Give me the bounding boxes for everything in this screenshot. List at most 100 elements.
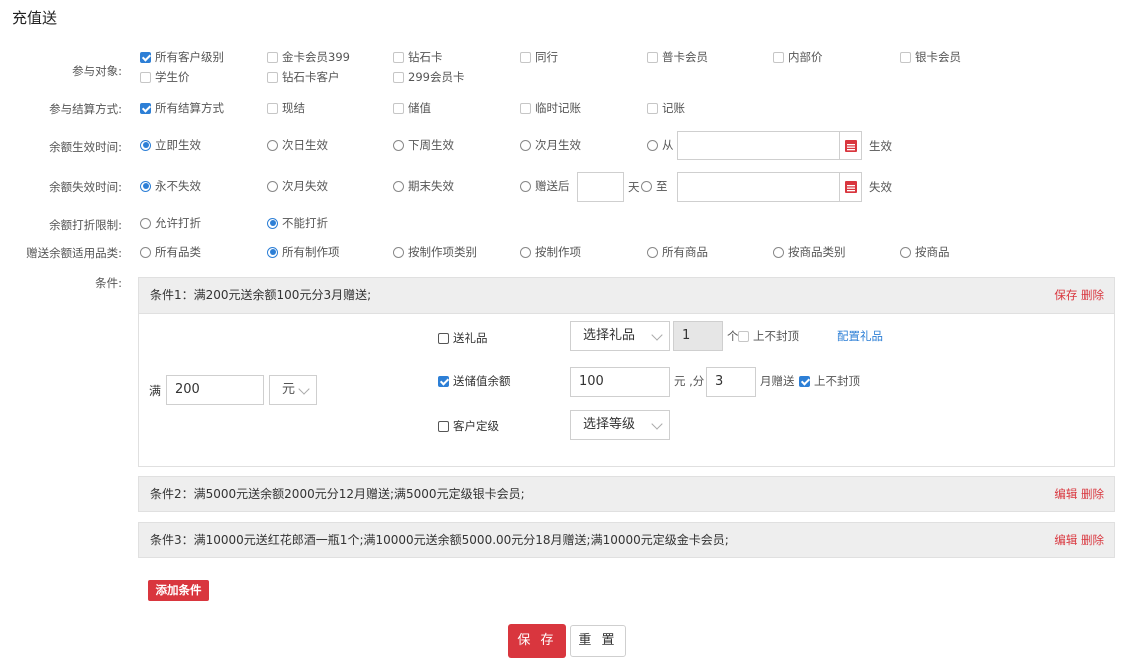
calendar-button[interactable]	[840, 172, 862, 202]
effective-option-from[interactable]: 从	[647, 135, 674, 155]
target-option-peer[interactable]: 同行	[520, 47, 558, 67]
config-gift-link[interactable]: 配置礼品	[837, 326, 883, 346]
checkbox[interactable]	[438, 332, 449, 344]
checkbox[interactable]	[140, 71, 151, 83]
condition-1-delete-link[interactable]: 删除	[1081, 288, 1104, 302]
applicable-option-goods[interactable]: 按商品	[900, 242, 950, 262]
checkbox[interactable]	[140, 51, 151, 63]
effective-date-input[interactable]	[677, 131, 840, 160]
radio[interactable]	[773, 246, 784, 258]
checkbox[interactable]	[267, 71, 278, 83]
condition-2-edit-link[interactable]: 编辑	[1054, 487, 1077, 501]
discount-option-deny[interactable]: 不能打折	[267, 213, 328, 233]
target-option-299[interactable]: 299会员卡	[393, 67, 464, 87]
calendar-button[interactable]	[840, 131, 862, 160]
applicable-option-all-goods[interactable]: 所有商品	[647, 242, 708, 262]
target-option-student[interactable]: 学生价	[140, 67, 190, 87]
radio[interactable]	[267, 246, 278, 258]
radio[interactable]	[647, 246, 658, 258]
radio[interactable]	[140, 180, 151, 192]
applicable-option-all-categories[interactable]: 所有品类	[140, 242, 201, 262]
months-input[interactable]: 3	[706, 367, 756, 397]
radio[interactable]	[393, 180, 404, 192]
gift-select[interactable]: 选择礼品	[570, 321, 670, 351]
checkbox[interactable]	[438, 420, 449, 432]
reset-button[interactable]: 重 置	[570, 625, 626, 657]
radio[interactable]	[520, 180, 531, 192]
checkbox[interactable]	[393, 102, 404, 114]
expiry-option-after-gift[interactable]: 赠送后	[520, 176, 570, 196]
checkbox[interactable]	[267, 51, 278, 63]
discount-option-allow[interactable]: 允许打折	[140, 213, 201, 233]
radio[interactable]	[393, 139, 404, 151]
radio[interactable]	[267, 217, 278, 229]
balance-option[interactable]: 送储值余额	[438, 371, 511, 391]
condition-2-delete-link[interactable]: 删除	[1081, 487, 1104, 501]
add-condition-button[interactable]: 添加条件	[148, 580, 209, 601]
balance-cap-option[interactable]: 上不封顶	[799, 371, 860, 391]
effective-option-next-month[interactable]: 次月生效	[520, 135, 581, 155]
expiry-days-input[interactable]	[577, 172, 624, 202]
expiry-option-next-month[interactable]: 次月失效	[267, 176, 328, 196]
settlement-option-temp-credit[interactable]: 临时记账	[520, 98, 581, 118]
target-option-all[interactable]: 所有客户级别	[140, 47, 224, 67]
radio[interactable]	[647, 139, 658, 151]
level-option[interactable]: 客户定级	[438, 416, 499, 436]
expiry-date-input[interactable]	[677, 172, 840, 202]
target-option-silver[interactable]: 银卡会员	[900, 47, 961, 67]
applicable-option-all-items[interactable]: 所有制作项	[267, 242, 340, 262]
checkbox[interactable]	[773, 51, 784, 63]
condition-1-save-link[interactable]: 保存	[1054, 288, 1077, 302]
radio[interactable]	[520, 139, 531, 151]
checkbox[interactable]	[267, 102, 278, 114]
radio[interactable]	[267, 180, 278, 192]
target-option-diamond-customer[interactable]: 钻石卡客户	[267, 67, 340, 87]
checkbox[interactable]	[438, 375, 449, 387]
effective-option-next-week[interactable]: 下周生效	[393, 135, 454, 155]
checkbox[interactable]	[738, 330, 749, 342]
radio[interactable]	[641, 180, 652, 192]
expiry-option-until[interactable]: 至	[641, 176, 668, 196]
target-option-internal[interactable]: 内部价	[773, 47, 823, 67]
checkbox[interactable]	[393, 71, 404, 83]
radio[interactable]	[140, 246, 151, 258]
settlement-option-all[interactable]: 所有结算方式	[140, 98, 224, 118]
checkbox[interactable]	[520, 102, 531, 114]
applicable-option-item-category[interactable]: 按制作项类别	[393, 242, 477, 262]
applicable-option-goods-category[interactable]: 按商品类别	[773, 242, 846, 262]
radio[interactable]	[140, 217, 151, 229]
effective-option-immediate[interactable]: 立即生效	[140, 135, 201, 155]
radio[interactable]	[900, 246, 911, 258]
target-option-normal[interactable]: 普卡会员	[647, 47, 708, 67]
gift-qty-input[interactable]: 1	[673, 321, 723, 351]
radio[interactable]	[267, 139, 278, 151]
amount-input[interactable]: 200	[166, 375, 264, 405]
radio[interactable]	[393, 246, 404, 258]
checkbox[interactable]	[647, 102, 658, 114]
checkbox[interactable]	[647, 51, 658, 63]
balance-input[interactable]: 100	[570, 367, 670, 397]
gift-option[interactable]: 送礼品	[438, 328, 488, 348]
applicable-option-item[interactable]: 按制作项	[520, 242, 581, 262]
condition-3-delete-link[interactable]: 删除	[1081, 533, 1104, 547]
radio[interactable]	[140, 139, 151, 151]
radio[interactable]	[520, 246, 531, 258]
unit-select[interactable]: 元	[269, 375, 317, 405]
condition-3-edit-link[interactable]: 编辑	[1054, 533, 1077, 547]
save-button[interactable]: 保 存	[508, 624, 566, 658]
settlement-option-credit[interactable]: 记账	[647, 98, 685, 118]
target-option-gold-399[interactable]: 金卡会员399	[267, 47, 350, 67]
checkbox[interactable]	[520, 51, 531, 63]
settlement-option-cash[interactable]: 现结	[267, 98, 305, 118]
level-select[interactable]: 选择等级	[570, 410, 670, 440]
expiry-option-never[interactable]: 永不失效	[140, 176, 201, 196]
checkbox[interactable]	[900, 51, 911, 63]
target-option-diamond[interactable]: 钻石卡	[393, 47, 443, 67]
checkbox[interactable]	[140, 102, 151, 114]
settlement-option-stored[interactable]: 储值	[393, 98, 431, 118]
gift-cap-option[interactable]: 上不封顶	[738, 326, 799, 346]
effective-option-next-day[interactable]: 次日生效	[267, 135, 328, 155]
checkbox[interactable]	[393, 51, 404, 63]
expiry-option-period-end[interactable]: 期末失效	[393, 176, 454, 196]
checkbox[interactable]	[799, 375, 810, 387]
